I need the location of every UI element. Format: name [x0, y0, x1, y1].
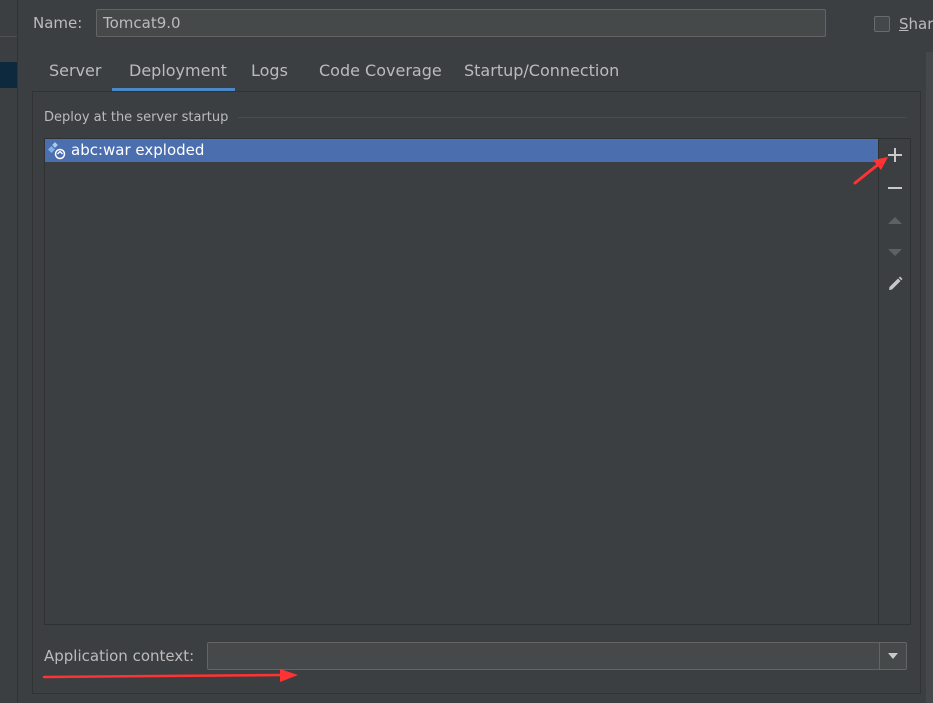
remove-icon	[888, 187, 902, 189]
section-title: Deploy at the server startup	[44, 110, 229, 125]
share-label-rest: hare	[908, 15, 933, 33]
move-down-icon	[888, 249, 902, 256]
tab-logs[interactable]: Logs	[251, 61, 288, 80]
application-context-input[interactable]	[207, 642, 879, 670]
remove-button[interactable]	[884, 177, 906, 199]
edit-icon	[889, 276, 903, 290]
list-item[interactable]: abc:war exploded	[45, 139, 878, 162]
move-up-button[interactable]	[884, 209, 906, 231]
name-label: Name:	[33, 14, 83, 32]
edit-button[interactable]	[884, 273, 906, 295]
artifact-list[interactable]	[44, 138, 911, 625]
add-icon	[888, 148, 902, 162]
tab-startup-connection[interactable]: Startup/Connection	[464, 61, 619, 80]
left-panel-selected-item[interactable]	[0, 62, 17, 88]
add-button[interactable]	[884, 144, 906, 166]
application-context-dropdown-button[interactable]	[879, 642, 907, 670]
move-up-icon	[888, 217, 902, 224]
toolbar-divider	[878, 139, 879, 624]
share-mnemonic: S	[899, 15, 909, 33]
section-separator	[238, 117, 907, 118]
share-label[interactable]: Share	[899, 15, 933, 33]
left-panel-divider	[0, 36, 17, 37]
list-item-label: abc:war exploded	[71, 141, 205, 159]
name-input[interactable]: Tomcat9.0	[96, 9, 826, 37]
artifact-exploded-icon	[47, 142, 67, 160]
chevron-down-icon	[888, 653, 898, 659]
vertical-scrollbar[interactable]	[926, 52, 933, 703]
tab-code-coverage[interactable]: Code Coverage	[319, 61, 442, 80]
move-down-button[interactable]	[884, 241, 906, 263]
tab-deployment[interactable]: Deployment	[129, 61, 227, 80]
tab-server[interactable]: Server	[49, 61, 101, 80]
share-checkbox[interactable]	[874, 16, 890, 32]
application-context-label: Application context:	[44, 647, 195, 665]
left-panel-strip	[0, 0, 18, 703]
